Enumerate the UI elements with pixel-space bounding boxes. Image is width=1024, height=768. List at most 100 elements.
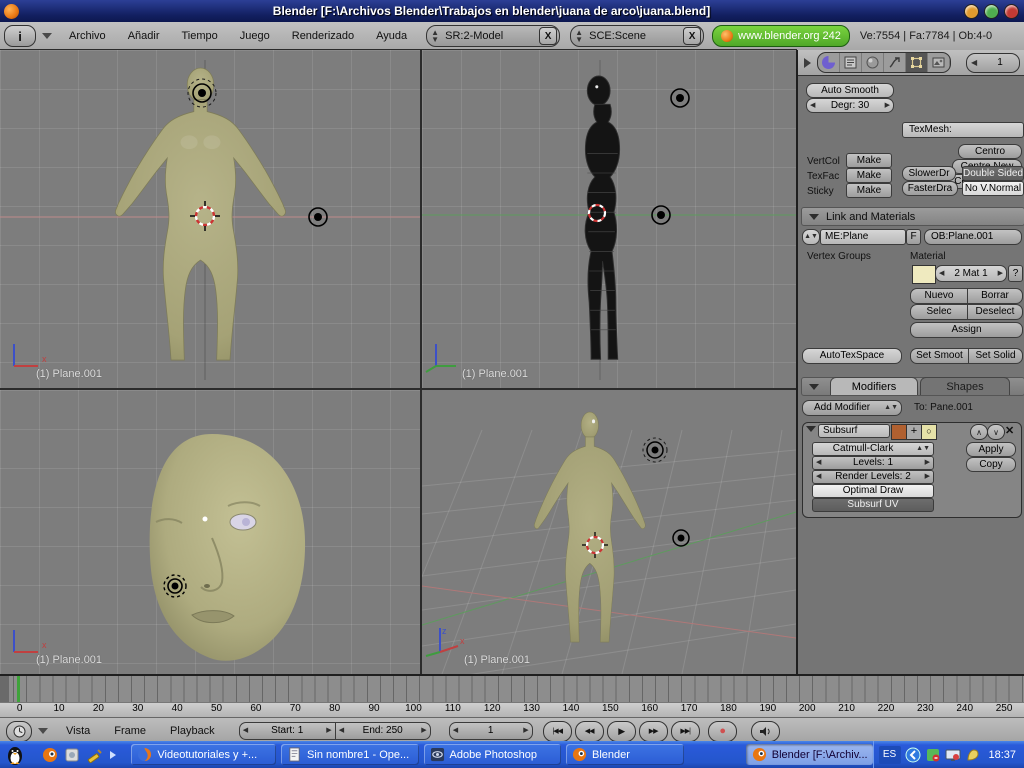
- task-blender[interactable]: Blender: [566, 744, 684, 765]
- slowerdraw-button[interactable]: SlowerDr: [902, 166, 956, 181]
- scene-unlink-button[interactable]: X: [683, 27, 701, 45]
- stepper-right-icon[interactable]: ▶: [520, 725, 531, 737]
- tray-monitor-icon[interactable]: [945, 747, 961, 763]
- centro-button[interactable]: Centro: [958, 144, 1022, 159]
- start-frame-stepper[interactable]: ◀ Start: 1 ▶: [239, 722, 335, 740]
- modifier-expand-icon[interactable]: [806, 426, 816, 432]
- record-button[interactable]: ●: [708, 721, 737, 742]
- add-modifier-dropdown[interactable]: Add Modifier▲▼: [802, 400, 902, 416]
- deselect-button[interactable]: Deselect: [967, 304, 1023, 320]
- language-indicator[interactable]: ES: [879, 746, 901, 764]
- subsurf-uv-toggle[interactable]: Subsurf UV: [812, 498, 934, 512]
- step-forward-button[interactable]: ▶▶: [639, 721, 668, 742]
- dropdown-icon[interactable]: ▲▼: [429, 29, 441, 43]
- modifier-delete-icon[interactable]: ✕: [1005, 424, 1014, 437]
- material-question-button[interactable]: ?: [1008, 265, 1023, 282]
- stepper-left-icon[interactable]: ◀: [807, 100, 818, 112]
- start-penguin-icon[interactable]: [6, 746, 24, 764]
- scene-context-icon[interactable]: [928, 53, 950, 72]
- lamp-object[interactable]: [164, 575, 186, 597]
- stepper-left-icon[interactable]: ◀: [240, 725, 251, 737]
- material-color-swatch[interactable]: [912, 265, 936, 284]
- shading-context-icon[interactable]: [862, 53, 884, 72]
- end-frame-stepper[interactable]: ◀ End: 250 ▶: [335, 722, 431, 740]
- maximize-button[interactable]: [984, 4, 999, 19]
- model-perspective[interactable]: [534, 412, 645, 642]
- editmode-toggle-icon[interactable]: ○: [921, 424, 937, 440]
- task-firefox[interactable]: Videotutoriales y +...: [131, 744, 276, 765]
- nuevo-button[interactable]: Nuevo: [910, 288, 967, 304]
- task-openoffice[interactable]: Sin nombre1 - Ope...: [281, 744, 418, 765]
- quicklaunch-blender-icon[interactable]: [42, 746, 58, 764]
- step-back-button[interactable]: ◀◀: [575, 721, 604, 742]
- tab-shapes[interactable]: Shapes: [920, 377, 1010, 395]
- panel-open-icon[interactable]: [809, 214, 819, 220]
- realtime-toggle-icon[interactable]: +: [906, 424, 922, 440]
- menu-tiempo[interactable]: Tiempo: [181, 30, 217, 42]
- viewport-side-canvas[interactable]: [422, 50, 796, 388]
- fasterdraw-button[interactable]: FasterDra: [902, 181, 958, 196]
- taskbar-clock[interactable]: 18:37: [989, 749, 1017, 761]
- object-context-icon[interactable]: [884, 53, 906, 72]
- object-name-field[interactable]: OB:Plane.001: [924, 229, 1022, 245]
- current-frame-stepper[interactable]: ◀ 1 ▶: [449, 722, 533, 740]
- scene-name[interactable]: SCE:Scene: [585, 30, 681, 42]
- stepper-right-icon[interactable]: ▶: [882, 100, 893, 112]
- stepper-right-icon[interactable]: ▶: [922, 457, 933, 469]
- model-front[interactable]: [116, 68, 286, 360]
- mesh-browse-dropdown[interactable]: ▲▼: [802, 229, 820, 245]
- lamp-object[interactable]: [673, 530, 689, 546]
- menu-ayuda[interactable]: Ayuda: [376, 30, 407, 42]
- window-titlebar[interactable]: Blender [F:\Archivos Blender\Trabajos en…: [0, 0, 1024, 22]
- stepper-left-icon[interactable]: ◀: [967, 58, 981, 67]
- optimal-draw-toggle[interactable]: Optimal Draw: [812, 484, 934, 498]
- autotexspace-button[interactable]: AutoTexSpace: [802, 348, 902, 364]
- logic-context-icon[interactable]: [818, 53, 840, 72]
- apply-modifier-button[interactable]: Apply: [966, 442, 1016, 457]
- mesh-name-field[interactable]: ME:Plane: [820, 229, 906, 245]
- texmesh-field[interactable]: TexMesh:: [902, 122, 1024, 138]
- copy-modifier-button[interactable]: Copy: [966, 457, 1016, 472]
- material-index-stepper[interactable]: ◀ 2 Mat 1 ▶: [935, 265, 1007, 282]
- menu-archivo[interactable]: Archivo: [69, 30, 106, 42]
- make-texfac-button[interactable]: Make: [846, 168, 892, 183]
- lamp-object-selected[interactable]: [643, 438, 667, 462]
- model-head[interactable]: [150, 434, 305, 661]
- set-smooth-button[interactable]: Set Smoot: [910, 348, 968, 364]
- frame-counter-value[interactable]: 1: [981, 57, 1019, 68]
- frame-counter-field[interactable]: ◀ 1: [966, 53, 1020, 73]
- menu-anadir[interactable]: Añadir: [128, 30, 160, 42]
- screen-selector[interactable]: ▲▼ SR:2-Model X: [426, 25, 560, 47]
- degr-stepper[interactable]: ◀ Degr: 30 ▶: [806, 98, 894, 113]
- quicklaunch-brush-icon[interactable]: [86, 746, 102, 764]
- timeline-window-type-button[interactable]: [6, 721, 32, 742]
- subdivision-type-dropdown[interactable]: Catmull-Clark▲▼: [812, 442, 934, 456]
- viewport-head[interactable]: x (1) Plane.001: [0, 390, 420, 674]
- screen-unlink-button[interactable]: X: [539, 27, 557, 45]
- quicklaunch-expand-icon[interactable]: [108, 746, 117, 764]
- viewport-persp-canvas[interactable]: z x: [422, 390, 796, 674]
- viewport-side[interactable]: (1) Plane.001: [422, 50, 796, 388]
- current-frame-marker[interactable]: [17, 676, 20, 702]
- stepper-left-icon[interactable]: ◀: [336, 725, 347, 737]
- viewport-front[interactable]: x (1) Plane.001: [0, 50, 420, 388]
- assign-button[interactable]: Assign: [910, 322, 1023, 338]
- task-photoshop[interactable]: Adobe Photoshop: [424, 744, 561, 765]
- modifier-move-down-button[interactable]: ∨: [987, 424, 1005, 440]
- render-toggle-icon[interactable]: [891, 424, 907, 440]
- menu-renderizado[interactable]: Renderizado: [292, 30, 354, 42]
- render-levels-stepper[interactable]: ◀ Render Levels: 2 ▶: [812, 470, 934, 484]
- double-sided-toggle[interactable]: Double Sided: [962, 166, 1024, 181]
- viewport-perspective[interactable]: z x (1) Plane.001: [422, 390, 796, 674]
- panel-menu-icon[interactable]: [804, 58, 811, 68]
- stepper-left-icon[interactable]: ◀: [813, 471, 824, 483]
- task-blender-active[interactable]: Blender [F:\Archiv...: [746, 744, 873, 765]
- stepper-right-icon[interactable]: ▶: [418, 725, 429, 737]
- collapse-header-icon[interactable]: [42, 33, 52, 39]
- play-button[interactable]: ▶: [607, 721, 636, 742]
- dropdown-icon[interactable]: ▲▼: [573, 29, 585, 43]
- close-button[interactable]: [1004, 4, 1019, 19]
- timeline-menu-playback[interactable]: Playback: [170, 725, 215, 737]
- no-vnormal-toggle[interactable]: No V.Normal: [962, 181, 1024, 196]
- modifier-move-up-button[interactable]: ∧: [970, 424, 988, 440]
